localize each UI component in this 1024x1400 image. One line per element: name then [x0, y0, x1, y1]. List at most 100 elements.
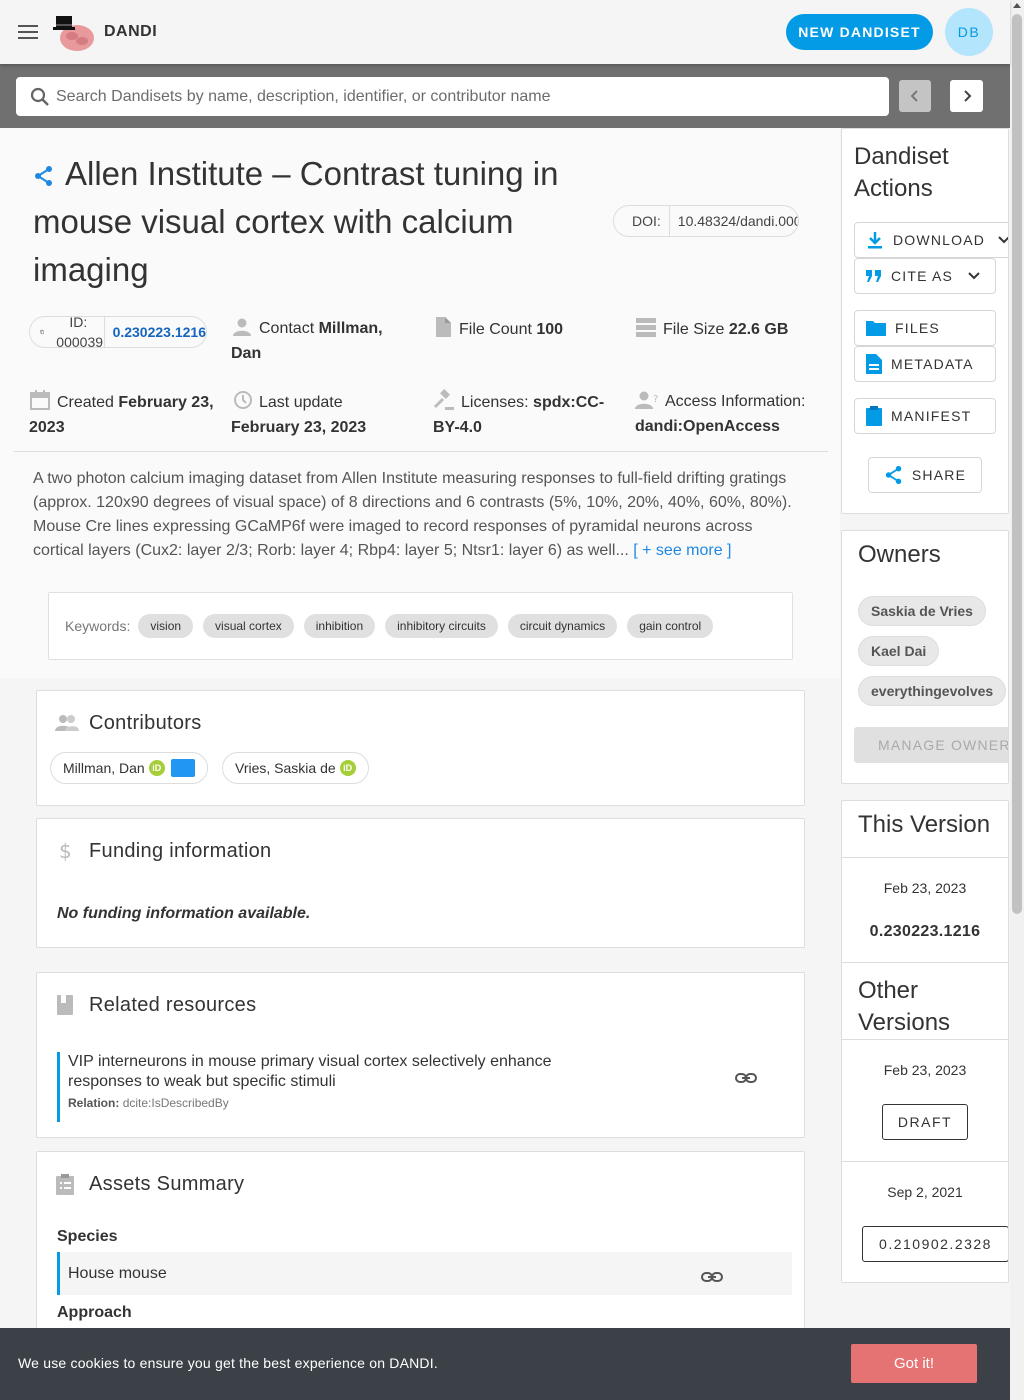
- keyword-chip[interactable]: vision: [138, 614, 194, 638]
- new-dandiset-button[interactable]: NEW DANDISET: [786, 14, 933, 50]
- contact-card-icon[interactable]: [170, 759, 195, 777]
- download-button[interactable]: DOWNLOAD: [854, 222, 1008, 258]
- species-value: House mouse: [68, 1264, 167, 1282]
- search-bar: Search Dandisets by name, description, i…: [0, 64, 1010, 128]
- relation-value: dcite:IsDescribedBy: [122, 1096, 229, 1110]
- calendar-icon: [30, 390, 50, 410]
- link-icon[interactable]: [734, 1066, 758, 1090]
- keyword-chip[interactable]: visual cortex: [203, 614, 294, 638]
- next-button[interactable]: [950, 80, 983, 112]
- version-value: 0.230223.1216: [112, 324, 206, 340]
- access-info: ? Access Information: dandi:OpenAccess: [635, 389, 825, 439]
- other-versions-title: Other Versions: [858, 977, 951, 1036]
- versions-panel: This Version Feb 23, 2023 0.230223.1216 …: [841, 800, 1009, 1283]
- dandiset-title: Allen Institute – Contrast tuning in mou…: [33, 155, 559, 288]
- manage-owners-button[interactable]: MANAGE OWNERS: [854, 727, 1009, 763]
- keyword-chip[interactable]: inhibition: [303, 614, 376, 638]
- scrollbar[interactable]: [1010, 0, 1024, 1400]
- svg-text:$: $: [59, 839, 72, 863]
- version-button-draft[interactable]: DRAFT: [882, 1104, 968, 1140]
- files-button[interactable]: FILES: [854, 310, 996, 346]
- chevron-left-icon: [910, 90, 918, 102]
- funding-empty-text: No funding information available.: [57, 905, 311, 922]
- actions-title: Dandiset Actions: [854, 143, 949, 202]
- chevron-down-icon: [998, 236, 1008, 244]
- person-icon: [233, 318, 251, 336]
- license-label: Licenses:: [461, 394, 529, 411]
- version-button[interactable]: 0.210902.2328: [862, 1226, 1008, 1262]
- document-icon: [866, 354, 882, 374]
- divider: [842, 857, 1008, 858]
- copy-icon[interactable]: [40, 324, 44, 340]
- app-bar: DANDI NEW DANDISET DB: [0, 0, 1010, 64]
- search-placeholder: Search Dandisets by name, description, i…: [56, 87, 551, 105]
- file-count-label: File Count: [459, 321, 532, 338]
- folder-icon: [866, 321, 886, 336]
- svg-text:?: ?: [653, 394, 658, 405]
- contributor-chip[interactable]: Vries, Saskia de iD: [222, 752, 369, 784]
- contributor-chip[interactable]: Millman, Dan iD: [50, 752, 208, 784]
- file-count-value: 100: [536, 321, 564, 338]
- brand-name[interactable]: DANDI: [104, 23, 157, 41]
- owner-chip[interactable]: Saskia de Vries: [858, 596, 986, 626]
- contact-info: Contact Millman, Dan: [231, 316, 401, 366]
- owner-chip[interactable]: everythingevolves: [858, 676, 1007, 706]
- species-item: House mouse: [57, 1252, 792, 1295]
- orcid-icon[interactable]: iD: [339, 760, 356, 776]
- clipboard-icon: [866, 406, 882, 426]
- dollar-icon: $: [59, 839, 72, 863]
- file-size-value: 22.6 GB: [728, 321, 789, 338]
- share-label: SHARE: [911, 467, 967, 483]
- see-more-link[interactable]: [ + see more ]: [633, 542, 731, 559]
- menu-icon[interactable]: [16, 22, 40, 42]
- metadata-button[interactable]: METADATA: [854, 346, 996, 382]
- manifest-button[interactable]: MANIFEST: [854, 398, 996, 434]
- divider: [842, 1039, 1008, 1040]
- this-version-date: Feb 23, 2023: [883, 880, 967, 896]
- keywords-panel: Keywords: vision visual cortex inhibitio…: [48, 592, 793, 660]
- owner-chip[interactable]: Kael Dai: [858, 636, 940, 666]
- keyword-chip[interactable]: circuit dynamics: [507, 614, 618, 638]
- updated-label: Last update: [259, 394, 343, 411]
- approach-heading: Approach: [57, 1304, 132, 1321]
- access-label: Access Information:: [665, 393, 806, 410]
- related-title: Related resources: [89, 994, 257, 1016]
- cite-as-button[interactable]: CITE AS: [854, 258, 996, 294]
- dandi-logo[interactable]: [52, 10, 96, 54]
- this-version-title: This Version: [858, 811, 991, 838]
- scroll-up-arrow[interactable]: [1013, 3, 1021, 8]
- previous-button[interactable]: [899, 80, 931, 112]
- contributors-card: Contributors Millman, Dan iD Vries, Sask…: [36, 690, 805, 806]
- manage-owners-label: MANAGE OWNERS: [878, 737, 1009, 753]
- chevron-right-icon: [963, 90, 971, 102]
- divider: [842, 1161, 1008, 1162]
- cookie-message: We use cookies to ensure you get the bes…: [18, 1355, 438, 1371]
- keyword-chip[interactable]: gain control: [627, 614, 714, 638]
- scroll-thumb[interactable]: [1012, 14, 1022, 914]
- manifest-label: MANIFEST: [891, 408, 972, 424]
- related-resource-title: VIP interneurons in mouse primary visual…: [68, 1053, 552, 1090]
- contributor-name: Millman, Dan: [63, 760, 145, 776]
- download-icon: [868, 232, 882, 249]
- divider: [14, 451, 828, 452]
- contact-label: Contact: [259, 320, 315, 337]
- owners-title: Owners: [858, 541, 941, 568]
- access-value: dandi:OpenAccess: [635, 418, 780, 435]
- doi-value: 10.48324/dandi.000039/0.230223.1216: [677, 213, 798, 229]
- doi-chip[interactable]: DOI: 10.48324/dandi.000039/0.230223.1216: [613, 205, 799, 237]
- accept-cookies-button[interactable]: Got it!: [851, 1344, 977, 1383]
- search-icon: [30, 87, 49, 106]
- link-icon[interactable]: [700, 1265, 724, 1289]
- share-button[interactable]: SHARE: [868, 457, 982, 493]
- search-input[interactable]: Search Dandisets by name, description, i…: [16, 77, 889, 116]
- license-info: Licenses: spdx:CC-BY-4.0: [433, 389, 613, 440]
- chevron-down-icon: [968, 272, 980, 280]
- keyword-chip[interactable]: inhibitory circuits: [385, 614, 498, 638]
- identifier-label: ID: 000039: [56, 316, 104, 348]
- identifier-chip[interactable]: ID: 000039 0.230223.1216: [29, 316, 207, 348]
- orcid-icon[interactable]: iD: [148, 760, 165, 776]
- updated-info: Last update February 23, 2023: [231, 389, 411, 440]
- user-avatar[interactable]: DB: [945, 8, 993, 56]
- contributors-title: Contributors: [89, 712, 202, 734]
- cite-as-label: CITE AS: [891, 268, 954, 284]
